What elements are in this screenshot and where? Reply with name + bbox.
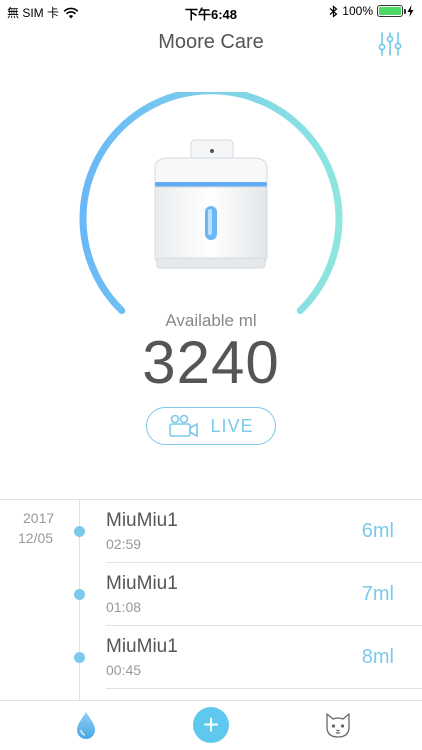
list-item[interactable]: MiuMiu1 00:45 8ml (0, 636, 422, 698)
add-icon: + (202, 709, 220, 740)
list-item[interactable]: MiuMiu1 02:59 6ml (0, 510, 422, 572)
tab-bar: + (0, 700, 422, 750)
entry-amount: 8ml (361, 646, 394, 668)
entry-time: 00:45 (106, 662, 142, 678)
charging-icon (407, 5, 414, 17)
row-divider (106, 625, 422, 626)
row-divider (106, 562, 422, 563)
battery-level (379, 7, 401, 15)
add-button[interactable]: + (193, 707, 229, 743)
bluetooth-icon (329, 4, 338, 18)
entry-time: 01:08 (106, 599, 142, 615)
video-camera-icon (169, 414, 199, 438)
timeline-dot (74, 526, 85, 537)
list-divider (0, 499, 422, 500)
pet-name: MiuMiu1 (106, 636, 178, 657)
settings-button[interactable] (376, 30, 404, 58)
sliders-icon (378, 32, 402, 56)
entry-amount: 7ml (361, 583, 394, 605)
list-item[interactable]: MiuMiu1 01:08 7ml (0, 573, 422, 635)
battery-percent: 100% (342, 4, 373, 18)
status-right: 100% (329, 4, 414, 18)
live-label: LIVE (210, 415, 254, 436)
row-divider (106, 688, 422, 689)
tab-pet[interactable] (322, 709, 354, 741)
timeline-dot (74, 652, 85, 663)
status-bar: 無 SIM 卡 下午6:48 100% (0, 0, 422, 22)
water-drop-icon (77, 712, 95, 739)
entry-amount: 6ml (361, 520, 394, 542)
entry-time: 02:59 (106, 536, 142, 552)
water-fountain-image (154, 139, 268, 269)
live-button[interactable]: LIVE (146, 407, 276, 445)
pet-name: MiuMiu1 (106, 573, 178, 594)
pet-name: MiuMiu1 (106, 510, 178, 531)
page-title: Moore Care (158, 31, 264, 53)
tab-water[interactable] (70, 709, 102, 741)
available-value: 3240 (142, 329, 280, 396)
timeline-dot (74, 589, 85, 600)
battery-icon (377, 5, 406, 17)
cat-icon (326, 713, 350, 738)
